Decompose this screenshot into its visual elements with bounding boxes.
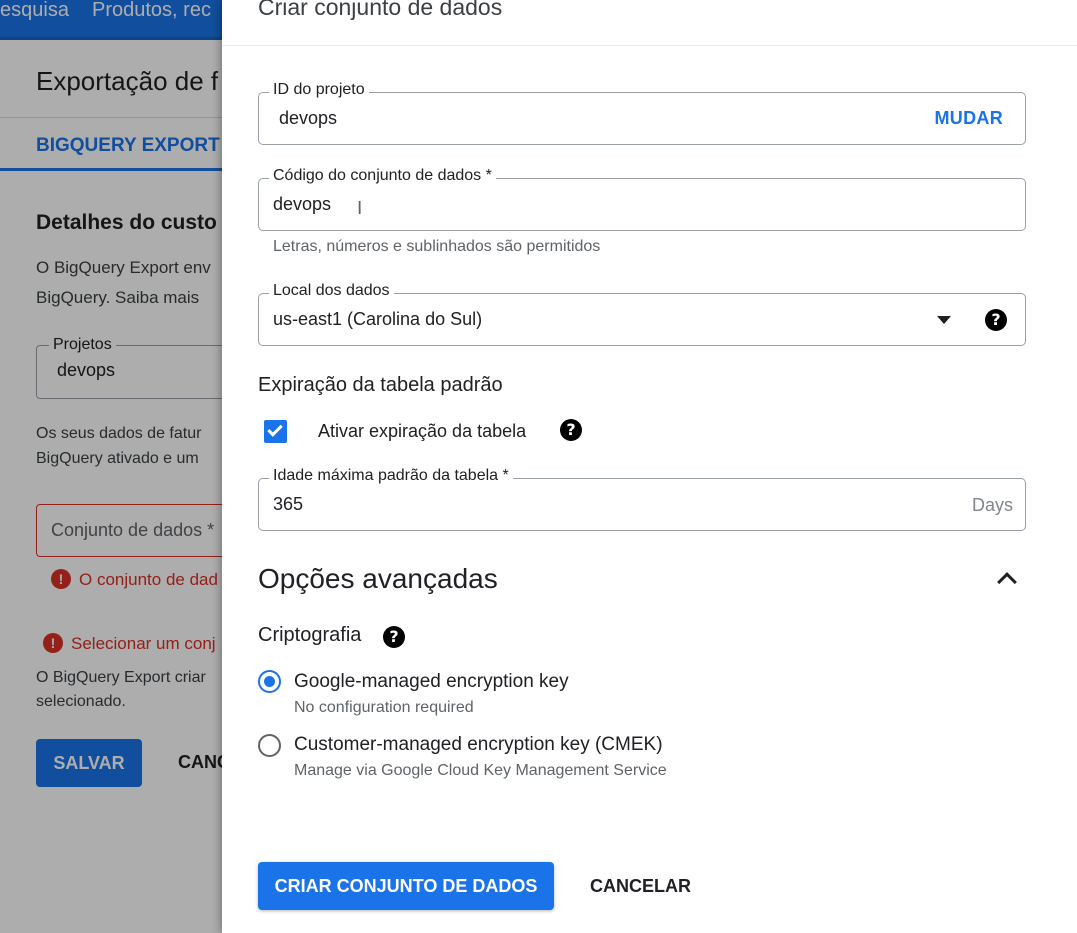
project-id-label: ID do projeto — [269, 81, 369, 99]
cancel-button[interactable]: CANCELAR — [590, 876, 691, 897]
help-icon[interactable]: ? — [383, 626, 405, 648]
max-age-field[interactable]: Idade máxima padrão da tabela * 365 Days — [258, 467, 1026, 531]
table-expiration-label[interactable]: Ativar expiração da tabela — [318, 421, 526, 442]
check-icon — [267, 421, 283, 437]
data-location-select[interactable]: Local dos dados us-east1 (Carolina do Su… — [258, 282, 1026, 346]
panel-title: Criar conjunto de dados — [258, 0, 503, 20]
header-divider — [222, 45, 1077, 46]
text-cursor-icon: I — [357, 198, 363, 219]
project-id-value: devops — [279, 108, 338, 128]
max-age-unit: Days — [971, 495, 1013, 515]
project-id-field: ID do projeto devops MUDAR — [258, 81, 1026, 145]
chevron-up-icon[interactable] — [997, 572, 1017, 592]
help-icon[interactable]: ? — [985, 309, 1007, 331]
create-dataset-button[interactable]: CRIAR CONJUNTO DE DADOS — [258, 862, 554, 910]
cmek-radio[interactable] — [258, 734, 281, 757]
dataset-code-hint: Letras, números e sublinhados são permit… — [273, 238, 601, 255]
max-age-input[interactable]: 365 — [273, 494, 303, 515]
dataset-code-input[interactable]: devops — [273, 194, 331, 215]
advanced-options-heading[interactable]: Opções avançadas — [258, 563, 498, 595]
dropdown-arrow-icon[interactable] — [937, 316, 951, 324]
max-age-label: Idade máxima padrão da tabela * — [269, 467, 513, 485]
create-dataset-panel: Criar conjunto de dados ID do projeto de… — [222, 0, 1077, 933]
encryption-heading: Criptografia — [258, 624, 362, 646]
dataset-code-label: Código do conjunto de dados * — [269, 167, 496, 185]
google-managed-key-radio[interactable] — [258, 670, 281, 693]
cmek-subtext: Manage via Google Cloud Key Management S… — [294, 762, 667, 779]
cmek-label[interactable]: Customer-managed encryption key (CMEK) — [294, 734, 663, 756]
expiration-heading: Expiração da tabela padrão — [258, 374, 503, 396]
table-expiration-checkbox[interactable] — [264, 420, 287, 443]
radio-selected-dot — [264, 676, 275, 687]
data-location-value: us-east1 (Carolina do Sul) — [273, 309, 483, 329]
dataset-code-field[interactable]: Código do conjunto de dados * devops I — [258, 167, 1026, 231]
change-project-button[interactable]: MUDAR — [935, 108, 1004, 129]
help-icon[interactable]: ? — [560, 419, 582, 441]
google-managed-key-subtext: No configuration required — [294, 699, 474, 716]
data-location-label: Local dos dados — [269, 282, 394, 300]
google-managed-key-label[interactable]: Google-managed encryption key — [294, 671, 569, 693]
